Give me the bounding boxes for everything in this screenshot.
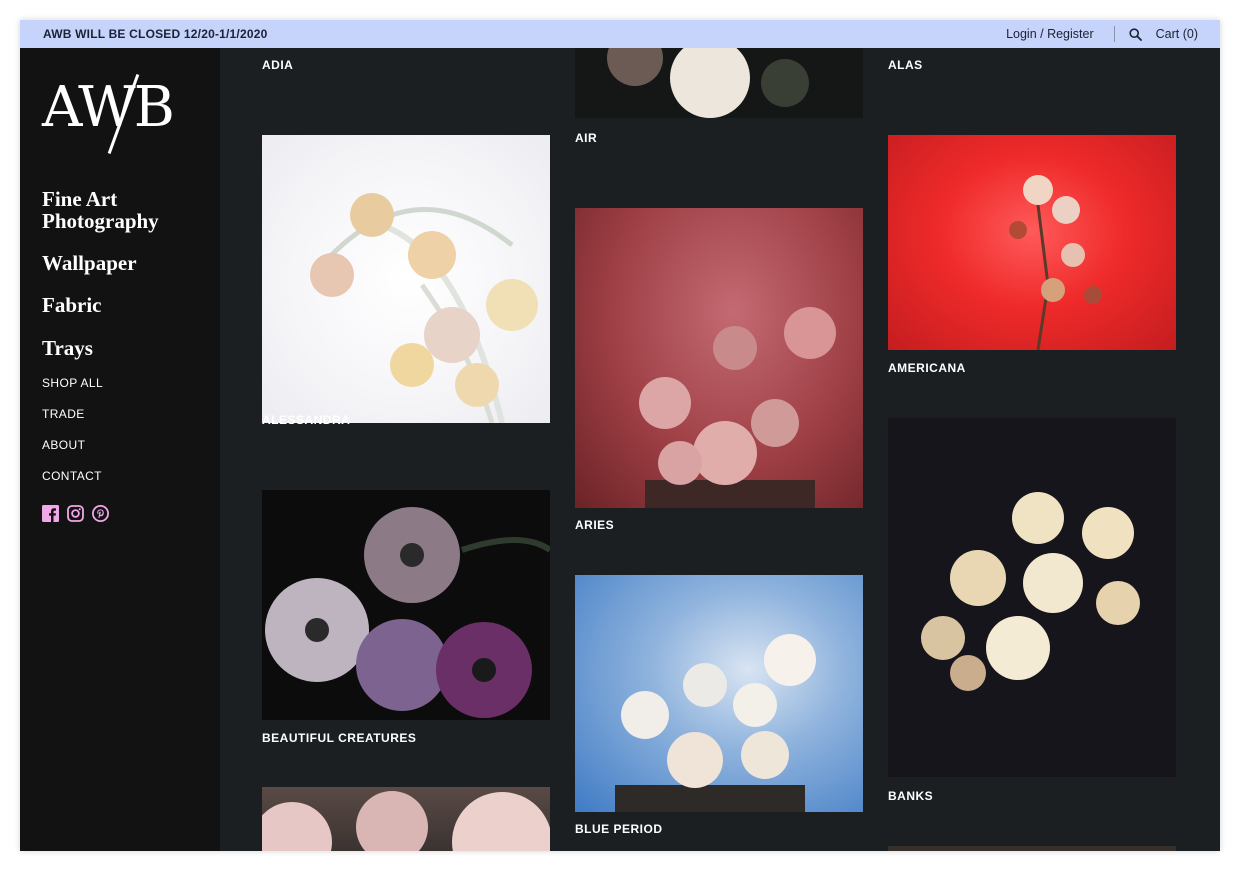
nav-item-wallpaper[interactable]: Wallpaper xyxy=(42,252,137,274)
flower-artwork xyxy=(262,791,550,851)
divider xyxy=(1113,26,1115,42)
flower-artwork xyxy=(310,193,538,423)
nav-item-trays[interactable]: Trays xyxy=(42,337,93,359)
product-image-blue-period[interactable] xyxy=(575,575,863,812)
product-title[interactable]: BANKS xyxy=(888,789,933,803)
product-title[interactable]: BEAUTIFUL CREATURES xyxy=(262,731,416,745)
nav-item-fine-art-photography[interactable]: Fine Art Photography xyxy=(42,188,212,232)
page-frame: AWB WILL BE CLOSED 12/20-1/1/2020 Login … xyxy=(20,20,1220,851)
product-title[interactable]: AMERICANA xyxy=(888,361,966,375)
announcement-text: AWB WILL BE CLOSED 12/20-1/1/2020 xyxy=(43,27,268,41)
logo[interactable]: AWB xyxy=(42,70,202,156)
sidebar: AWB Fine Art Photography Wallpaper Fabri… xyxy=(20,48,220,851)
nav-item-fabric[interactable]: Fabric xyxy=(42,294,101,316)
product-image-aries[interactable] xyxy=(575,208,863,508)
product-image-next[interactable] xyxy=(888,846,1176,851)
login-register-link[interactable]: Login / Register xyxy=(1006,27,1094,41)
logo-text: AWB xyxy=(42,75,175,140)
nav-item-shop-all[interactable]: SHOP ALL xyxy=(42,376,103,407)
product-title[interactable]: BLUE PERIOD xyxy=(575,822,663,836)
facebook-icon[interactable] xyxy=(42,505,59,522)
nav-item-about[interactable]: ABOUT xyxy=(42,438,103,469)
product-image-alessandra[interactable] xyxy=(262,135,550,423)
nav-item-trade[interactable]: TRADE xyxy=(42,407,103,438)
search-button[interactable] xyxy=(1129,27,1142,41)
product-title[interactable]: ADIA xyxy=(262,58,293,72)
product-title[interactable]: ALAS xyxy=(888,58,923,72)
product-image-americana[interactable] xyxy=(888,135,1176,350)
flower-artwork xyxy=(615,634,816,812)
flower-artwork xyxy=(921,492,1140,691)
product-title[interactable]: ALESSANDRA xyxy=(262,413,350,427)
cart-link[interactable]: Cart (0) xyxy=(1156,27,1198,41)
product-title[interactable]: ARIES xyxy=(575,518,614,532)
account-links: Login / Register Cart (0) xyxy=(1006,26,1198,42)
nav-item-contact[interactable]: CONTACT xyxy=(42,469,103,500)
product-image-beautiful-creatures[interactable] xyxy=(262,490,550,720)
product-title[interactable]: AIR xyxy=(575,131,597,145)
flower-artwork xyxy=(265,507,550,718)
flower-artwork xyxy=(639,307,836,508)
product-image-banks[interactable] xyxy=(888,418,1176,777)
product-image-next[interactable] xyxy=(262,787,550,851)
product-image-air[interactable] xyxy=(575,48,863,118)
pinterest-icon[interactable] xyxy=(92,505,109,522)
product-grid: ADIA ALESSANDRA BEAUTIFUL CREATURES AIR … xyxy=(220,48,1220,851)
announcement-bar: AWB WILL BE CLOSED 12/20-1/1/2020 Login … xyxy=(20,20,1220,48)
flower-artwork xyxy=(1009,175,1102,350)
instagram-icon[interactable] xyxy=(67,505,84,522)
social-links xyxy=(42,505,109,522)
flower-artwork xyxy=(607,48,809,118)
secondary-nav: SHOP ALL TRADE ABOUT CONTACT xyxy=(42,376,103,500)
search-icon xyxy=(1129,27,1142,41)
